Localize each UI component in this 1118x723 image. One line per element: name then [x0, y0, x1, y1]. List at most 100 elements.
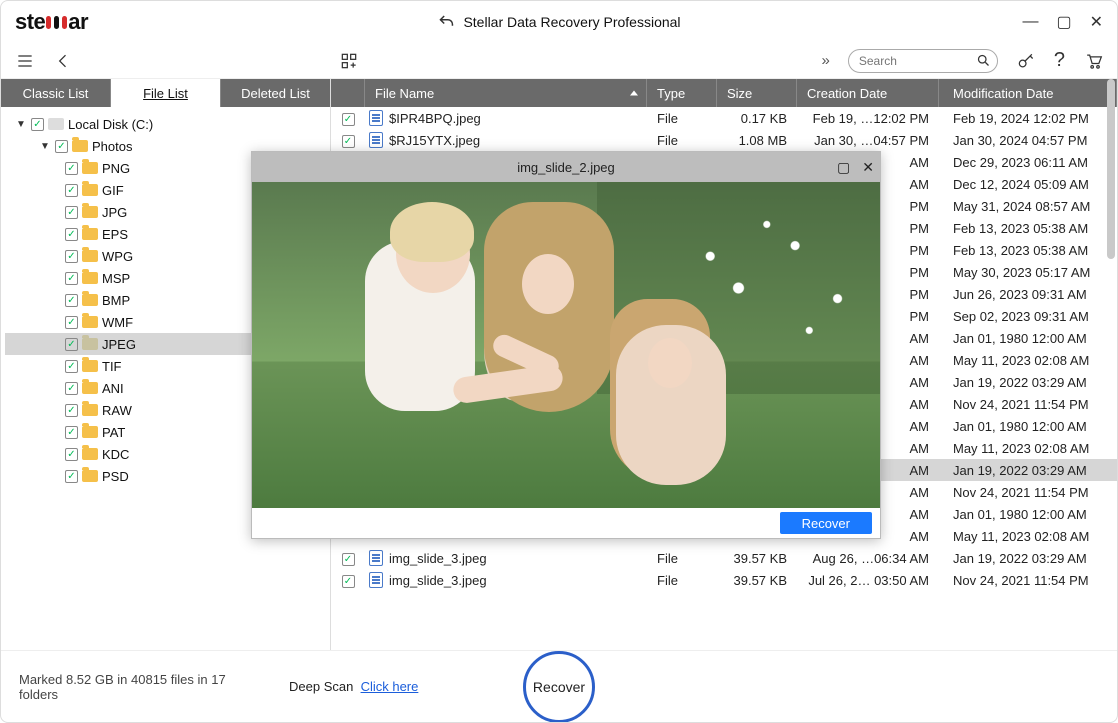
key-icon[interactable]	[1016, 51, 1036, 71]
checkbox[interactable]	[65, 294, 78, 307]
checkbox[interactable]	[31, 118, 44, 131]
file-row[interactable]: $RJ15YTX.jpegFile1.08 MBJan 30, …04:57 P…	[331, 129, 1117, 151]
undo-icon	[437, 13, 455, 31]
collapse-icon[interactable]: ▼	[39, 141, 51, 152]
tree-label: PNG	[102, 161, 130, 176]
cell-modified: Jan 19, 2022 03:29 AM	[939, 551, 1117, 566]
checkbox[interactable]	[55, 140, 68, 153]
minimize-button[interactable]: —	[1022, 13, 1038, 31]
checkbox[interactable]	[65, 448, 78, 461]
preview-recover-button[interactable]: Recover	[780, 512, 872, 534]
cell-created: Feb 19, …12:02 PM	[797, 111, 939, 126]
search-box	[848, 49, 998, 73]
recover-button[interactable]: Recover	[523, 651, 595, 723]
tab-file-list[interactable]: File List	[110, 79, 220, 107]
cell-modified: Nov 24, 2021 11:54 PM	[939, 485, 1117, 500]
row-checkbox[interactable]	[331, 132, 365, 148]
tree-label: BMP	[102, 293, 130, 308]
preview-footer: Recover	[252, 508, 880, 538]
cell-created: Jan 30, …04:57 PM	[797, 133, 939, 148]
window-title: Stellar Data Recovery Professional	[437, 13, 680, 31]
cell-modified: May 11, 2023 02:08 AM	[939, 441, 1117, 456]
row-checkbox[interactable]	[331, 572, 365, 588]
folder-icon	[82, 250, 98, 262]
logo-pre: ste	[15, 9, 45, 35]
folder-icon	[82, 404, 98, 416]
checkbox[interactable]	[65, 426, 78, 439]
checkbox[interactable]	[65, 162, 78, 175]
cell-modified: Feb 13, 2023 05:38 AM	[939, 221, 1117, 236]
checkbox[interactable]	[65, 272, 78, 285]
header-creation-date[interactable]: Creation Date	[797, 79, 939, 107]
header-type[interactable]: Type	[647, 79, 717, 107]
file-row[interactable]: img_slide_3.jpegFile39.57 KBAug 26, …06:…	[331, 547, 1117, 569]
file-icon	[369, 132, 383, 148]
collapse-icon[interactable]: ▼	[15, 119, 27, 130]
tab-classic-list[interactable]: Classic List	[1, 79, 110, 107]
tree-label: ANI	[102, 381, 124, 396]
checkbox[interactable]	[65, 250, 78, 263]
cell-modified: May 11, 2023 02:08 AM	[939, 353, 1117, 368]
checkbox[interactable]	[65, 470, 78, 483]
preview-title: img_slide_2.jpeg	[517, 160, 615, 175]
file-row[interactable]: img_slide_3.jpegFile39.57 KBJul 26, 2… 0…	[331, 569, 1117, 591]
close-button[interactable]: ✕	[1090, 12, 1103, 32]
menu-icon[interactable]	[15, 51, 35, 71]
cell-modified: Nov 24, 2021 11:54 PM	[939, 397, 1117, 412]
header-file-name[interactable]: File Name	[365, 79, 647, 107]
tree-label: WMF	[102, 315, 133, 330]
app-window: ste ar Stellar Data Recovery Professiona…	[0, 0, 1118, 723]
tree-node-root[interactable]: ▼ Local Disk (C:)	[5, 113, 326, 135]
header-checkbox[interactable]	[331, 79, 365, 107]
cell-modified: Sep 02, 2023 09:31 AM	[939, 309, 1117, 324]
cell-modified: Dec 12, 2024 05:09 AM	[939, 177, 1117, 192]
folder-icon	[82, 382, 98, 394]
folder-icon	[82, 360, 98, 372]
window-controls: — ▢ ✕	[1022, 12, 1103, 32]
cell-type: File	[647, 551, 717, 566]
tree-label: TIF	[102, 359, 122, 374]
tree-label: JPG	[102, 205, 127, 220]
checkbox[interactable]	[65, 338, 78, 351]
tree-label: RAW	[102, 403, 132, 418]
preview-close-button[interactable]: ✕	[862, 159, 874, 176]
checkbox[interactable]	[65, 360, 78, 373]
folder-icon	[82, 470, 98, 482]
tree-label: KDC	[102, 447, 129, 462]
checkbox[interactable]	[65, 184, 78, 197]
tree-label: MSP	[102, 271, 130, 286]
checkbox[interactable]	[65, 206, 78, 219]
tab-deleted-list[interactable]: Deleted List	[220, 79, 330, 107]
preview-window: img_slide_2.jpeg ▢ ✕ R	[251, 151, 881, 539]
maximize-button[interactable]: ▢	[1056, 12, 1071, 32]
cell-name: $RJ15YTX.jpeg	[365, 132, 647, 148]
checkbox[interactable]	[65, 228, 78, 241]
checkbox[interactable]	[65, 404, 78, 417]
row-checkbox[interactable]	[331, 550, 365, 566]
tree-label: PSD	[102, 469, 129, 484]
file-header: File Name Type Size Creation Date Modifi…	[331, 79, 1117, 107]
row-checkbox[interactable]	[331, 110, 365, 126]
cart-icon[interactable]	[1083, 51, 1103, 71]
grid-icon[interactable]	[339, 51, 359, 71]
deep-scan-link[interactable]: Click here	[361, 679, 419, 694]
cell-type: File	[647, 133, 717, 148]
preview-maximize-button[interactable]: ▢	[837, 159, 850, 176]
cell-type: File	[647, 111, 717, 126]
file-row[interactable]: $IPR4BPQ.jpegFile0.17 KBFeb 19, …12:02 P…	[331, 107, 1117, 129]
cell-name: img_slide_3.jpeg	[365, 572, 647, 588]
scrollbar[interactable]	[1107, 79, 1115, 259]
header-modification-date[interactable]: Modification Date	[939, 79, 1117, 107]
overflow-icon[interactable]: »	[822, 52, 830, 69]
preview-image	[252, 182, 880, 508]
cell-size: 39.57 KB	[717, 573, 797, 588]
preview-titlebar[interactable]: img_slide_2.jpeg ▢ ✕	[252, 152, 880, 182]
cell-modified: Jan 19, 2022 03:29 AM	[939, 463, 1117, 478]
checkbox[interactable]	[65, 382, 78, 395]
back-icon[interactable]	[53, 51, 73, 71]
help-icon[interactable]: ?	[1054, 49, 1065, 72]
cell-modified: Jan 01, 1980 12:00 AM	[939, 331, 1117, 346]
checkbox[interactable]	[65, 316, 78, 329]
folder-icon	[82, 162, 98, 174]
header-size[interactable]: Size	[717, 79, 797, 107]
